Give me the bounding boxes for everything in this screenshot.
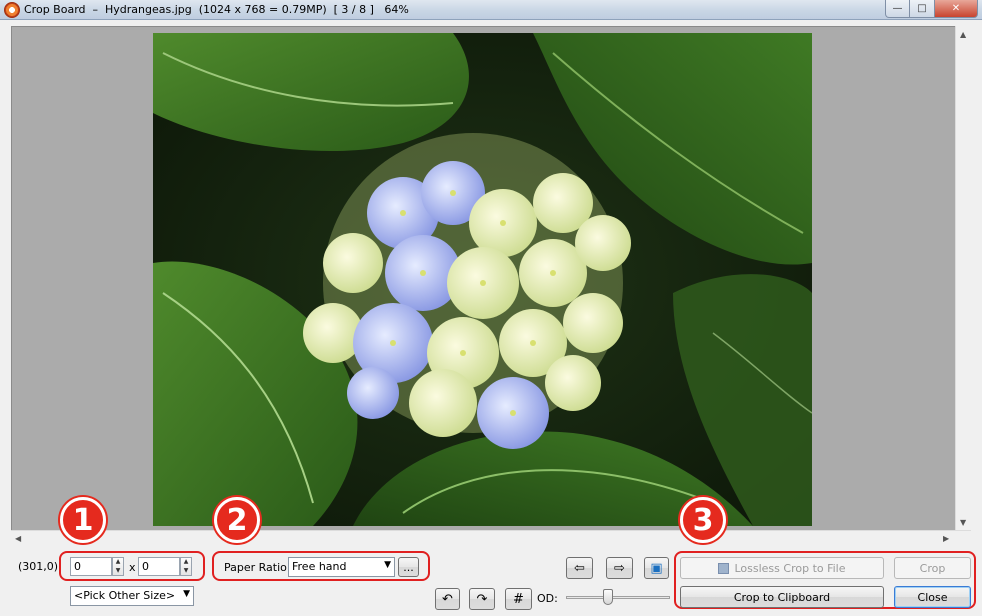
paper-ratio-dropdown[interactable]: Free hand ▼ (288, 557, 395, 577)
horizontal-scrollbar[interactable]: ◀ ▶ (11, 530, 971, 546)
window-title: Crop Board – Hydrangeas.jpg (1024 x 768 … (24, 3, 409, 16)
scroll-down-icon[interactable]: ▼ (960, 518, 966, 527)
pick-size-label: <Pick Other Size> (74, 589, 176, 602)
maximize-icon[interactable]: □ (910, 0, 935, 18)
paper-ratio-selected: Free hand (292, 560, 347, 573)
rotate-right-button[interactable]: ↷ (469, 588, 495, 610)
callout-badge-2: 2 (214, 497, 260, 543)
rotate-right-icon: ↷ (476, 591, 488, 607)
fit-screen-icon: ▣ (650, 560, 663, 576)
height-input[interactable] (138, 557, 180, 576)
callout-badge-3: 3 (680, 497, 726, 543)
hydrangea-image (153, 33, 812, 526)
crop-to-clipboard-button[interactable]: Crop to Clipboard (680, 586, 884, 608)
vertical-scrollbar[interactable]: ▲ ▼ (955, 26, 971, 531)
app-icon (4, 2, 20, 18)
floppy-disk-icon (718, 562, 730, 574)
chevron-down-icon: ▼ (183, 589, 190, 599)
od-label: OD: (537, 592, 558, 605)
crop-button[interactable]: Crop (894, 557, 971, 579)
arrow-right-icon: ⇨ (614, 560, 625, 576)
fit-screen-button[interactable]: ▣ (644, 557, 669, 579)
title-bar: Crop Board – Hydrangeas.jpg (1024 x 768 … (0, 0, 982, 20)
close-button[interactable]: Close (894, 586, 971, 608)
od-slider-track[interactable] (566, 596, 670, 599)
window-controls: — □ ✕ (885, 0, 978, 18)
od-slider-thumb[interactable] (602, 589, 613, 605)
close-icon[interactable]: ✕ (935, 0, 978, 18)
width-spinner[interactable]: ▲ ▼ (112, 557, 124, 576)
cursor-coordinates: (301,0) (18, 560, 59, 573)
callout-badge-1: 1 (60, 497, 106, 543)
photo-preview[interactable] (153, 33, 812, 526)
lossless-crop-label: Lossless Crop to File (734, 561, 846, 575)
arrow-left-icon: ⇦ (574, 560, 585, 576)
grid-icon: # (513, 591, 524, 607)
scroll-right-icon[interactable]: ▶ (943, 534, 949, 543)
prev-image-button[interactable]: ⇦ (566, 557, 593, 579)
height-spinner[interactable]: ▲ ▼ (180, 557, 192, 576)
next-image-button[interactable]: ⇨ (606, 557, 633, 579)
grid-toggle-button[interactable]: # (505, 588, 532, 610)
rotate-left-icon: ↶ (442, 591, 453, 607)
size-separator: x (129, 561, 136, 574)
ratio-more-button[interactable]: ... (398, 557, 419, 577)
lossless-crop-button[interactable]: Lossless Crop to File (680, 557, 884, 579)
rotate-left-button[interactable]: ↶ (435, 588, 460, 610)
pick-size-dropdown[interactable]: <Pick Other Size> ▼ (70, 586, 194, 606)
minimize-icon[interactable]: — (885, 0, 910, 18)
paper-ratio-label: Paper Ratio: (224, 561, 291, 574)
scroll-left-icon[interactable]: ◀ (15, 534, 21, 543)
width-input[interactable] (70, 557, 112, 576)
chevron-down-icon: ▼ (384, 560, 391, 570)
scroll-up-icon[interactable]: ▲ (960, 30, 966, 39)
